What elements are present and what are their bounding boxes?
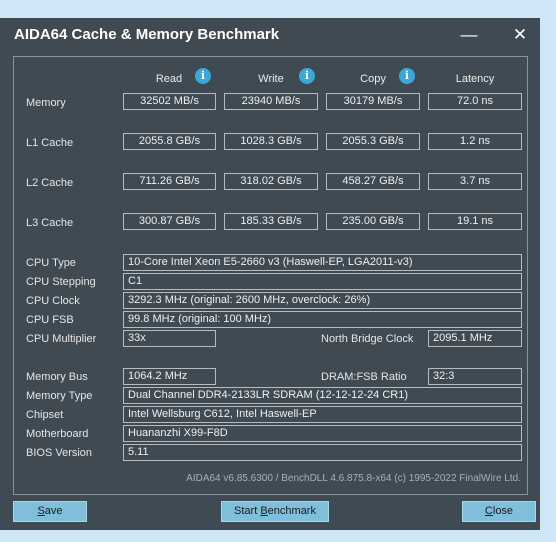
motherboard-value: Huananzhi X99-F8D — [123, 425, 522, 442]
l2-latency-value: 3.7 ns — [428, 173, 522, 190]
memory-latency-value: 72.0 ns — [428, 93, 522, 110]
close-button[interactable]: Close — [462, 501, 536, 522]
info-icon[interactable]: i — [399, 68, 415, 84]
cpu-multiplier-value: 33x — [123, 330, 216, 347]
memory-read-value: 32502 MB/s — [123, 93, 216, 110]
benchmark-window: AIDA64 Cache & Memory Benchmark — ✕ Read… — [0, 18, 540, 530]
memory-bus-label: Memory Bus — [26, 371, 88, 383]
cpu-fsb-value: 99.8 MHz (original: 100 MHz) — [123, 311, 522, 328]
memory-type-value: Dual Channel DDR4-2133LR SDRAM (12-12-12… — [123, 387, 522, 404]
info-icon[interactable]: i — [195, 68, 211, 84]
memory-copy-value: 30179 MB/s — [326, 93, 420, 110]
row-label-memory: Memory — [26, 97, 66, 109]
l3-read-value: 300.87 GB/s — [123, 213, 216, 230]
l1-read-value: 2055.8 GB/s — [123, 133, 216, 150]
motherboard-label: Motherboard — [26, 428, 89, 440]
l2-copy-value: 458.27 GB/s — [326, 173, 420, 190]
l1-write-value: 1028.3 GB/s — [224, 133, 318, 150]
memory-write-value: 23940 MB/s — [224, 93, 318, 110]
dram-fsb-ratio-value: 32:3 — [428, 368, 522, 385]
cpu-fsb-label: CPU FSB — [26, 314, 74, 326]
row-label-l3: L3 Cache — [26, 217, 74, 229]
chipset-label: Chipset — [26, 409, 64, 421]
l1-copy-value: 2055.3 GB/s — [326, 133, 420, 150]
minimize-icon[interactable]: — — [454, 22, 484, 48]
north-bridge-clock-value: 2095.1 MHz — [428, 330, 522, 347]
cpu-multiplier-label: CPU Multiplier — [26, 333, 97, 345]
dram-fsb-ratio-label: DRAM:FSB Ratio — [321, 371, 407, 383]
bios-version-value: 5.11 — [123, 444, 522, 461]
chipset-value: Intel Wellsburg C612, Intel Haswell-EP — [123, 406, 522, 423]
row-label-l2: L2 Cache — [26, 177, 74, 189]
save-button[interactable]: Save — [13, 501, 87, 522]
header-latency: Latency — [455, 73, 495, 85]
cpu-stepping-label: CPU Stepping — [26, 276, 96, 288]
cpu-stepping-value: C1 — [123, 273, 522, 290]
north-bridge-clock-label: North Bridge Clock — [321, 333, 414, 345]
cpu-type-label: CPU Type — [26, 257, 76, 269]
cpu-clock-label: CPU Clock — [26, 295, 80, 307]
memory-bus-value: 1064.2 MHz — [123, 368, 216, 385]
l3-write-value: 185.33 GB/s — [224, 213, 318, 230]
cpu-clock-value: 3292.3 MHz (original: 2600 MHz, overcloc… — [123, 292, 522, 309]
l2-read-value: 711.26 GB/s — [123, 173, 216, 190]
copyright-footer: AIDA64 v6.85.6300 / BenchDLL 4.6.875.8-x… — [186, 473, 521, 484]
l3-latency-value: 19.1 ns — [428, 213, 522, 230]
l1-latency-value: 1.2 ns — [428, 133, 522, 150]
l2-write-value: 318.02 GB/s — [224, 173, 318, 190]
close-icon[interactable]: ✕ — [505, 22, 535, 48]
info-icon[interactable]: i — [299, 68, 315, 84]
window-title: AIDA64 Cache & Memory Benchmark — [14, 26, 280, 43]
title-bar: AIDA64 Cache & Memory Benchmark — ✕ — [0, 18, 540, 54]
row-label-l1: L1 Cache — [26, 137, 74, 149]
memory-type-label: Memory Type — [26, 390, 93, 402]
bios-version-label: BIOS Version — [26, 447, 93, 459]
start-benchmark-button[interactable]: Start Benchmark — [221, 501, 329, 522]
l3-copy-value: 235.00 GB/s — [326, 213, 420, 230]
cpu-type-value: 10-Core Intel Xeon E5-2660 v3 (Haswell-E… — [123, 254, 522, 271]
